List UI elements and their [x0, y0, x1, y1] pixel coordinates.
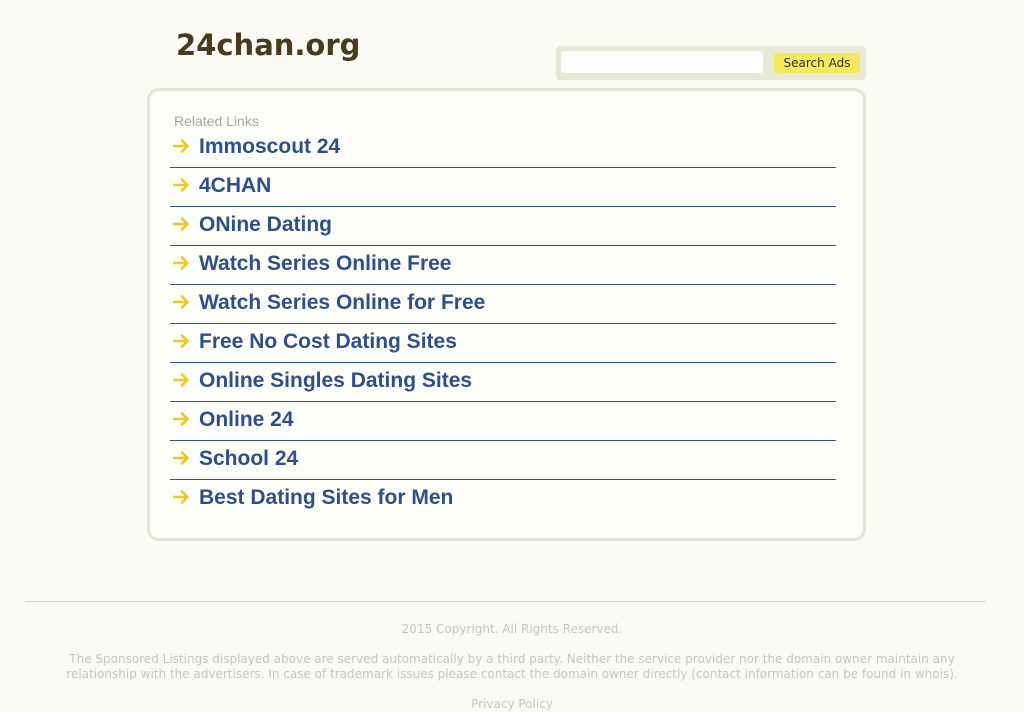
arrow-right-icon: [173, 217, 189, 231]
page: 24chan.org Search Ads Related Links Immo…: [0, 0, 1024, 712]
related-links-panel: Related Links Immoscout 24 4CHAN ONine D…: [147, 88, 866, 541]
search-input[interactable]: [561, 51, 763, 73]
list-item: ONine Dating: [170, 207, 836, 246]
related-link[interactable]: Online Singles Dating Sites: [199, 369, 472, 393]
related-link[interactable]: Watch Series Online for Free: [199, 291, 485, 315]
list-item: Watch Series Online Free: [170, 246, 836, 285]
list-item: Free No Cost Dating Sites: [170, 324, 836, 363]
arrow-right-icon: [173, 373, 189, 387]
list-item: Watch Series Online for Free: [170, 285, 836, 324]
arrow-right-icon: [173, 139, 189, 153]
arrow-right-icon: [173, 451, 189, 465]
list-item: Online 24: [170, 402, 836, 441]
list-item: Best Dating Sites for Men: [170, 480, 836, 518]
arrow-right-icon: [173, 412, 189, 426]
list-item: School 24: [170, 441, 836, 480]
related-link[interactable]: Best Dating Sites for Men: [199, 486, 453, 510]
related-links-heading: Related Links: [174, 113, 259, 129]
arrow-right-icon: [173, 256, 189, 270]
list-item: Immoscout 24: [170, 129, 836, 168]
privacy-policy-link[interactable]: Privacy Policy: [40, 697, 984, 712]
related-link[interactable]: Online 24: [199, 408, 294, 432]
related-link[interactable]: ONine Dating: [199, 213, 332, 237]
related-links-list: Immoscout 24 4CHAN ONine Dating Watch Se…: [170, 129, 836, 518]
site-title[interactable]: 24chan.org: [176, 28, 360, 62]
related-link[interactable]: Immoscout 24: [199, 135, 340, 159]
search-box: Search Ads: [556, 46, 866, 80]
footer-disclaimer: The Sponsored Listings displayed above a…: [66, 652, 958, 681]
arrow-right-icon: [173, 490, 189, 504]
arrow-right-icon: [173, 178, 189, 192]
related-link[interactable]: Free No Cost Dating Sites: [199, 330, 457, 354]
search-ads-button[interactable]: Search Ads: [774, 53, 860, 73]
related-link[interactable]: 4CHAN: [199, 174, 271, 198]
list-item: Online Singles Dating Sites: [170, 363, 836, 402]
related-link[interactable]: School 24: [199, 447, 298, 471]
list-item: 4CHAN: [170, 168, 836, 207]
arrow-right-icon: [173, 295, 189, 309]
arrow-right-icon: [173, 334, 189, 348]
footer-divider: [25, 601, 986, 602]
related-link[interactable]: Watch Series Online Free: [199, 252, 451, 276]
footer-copyright: 2015 Copyright. All Rights Reserved.: [401, 622, 623, 636]
